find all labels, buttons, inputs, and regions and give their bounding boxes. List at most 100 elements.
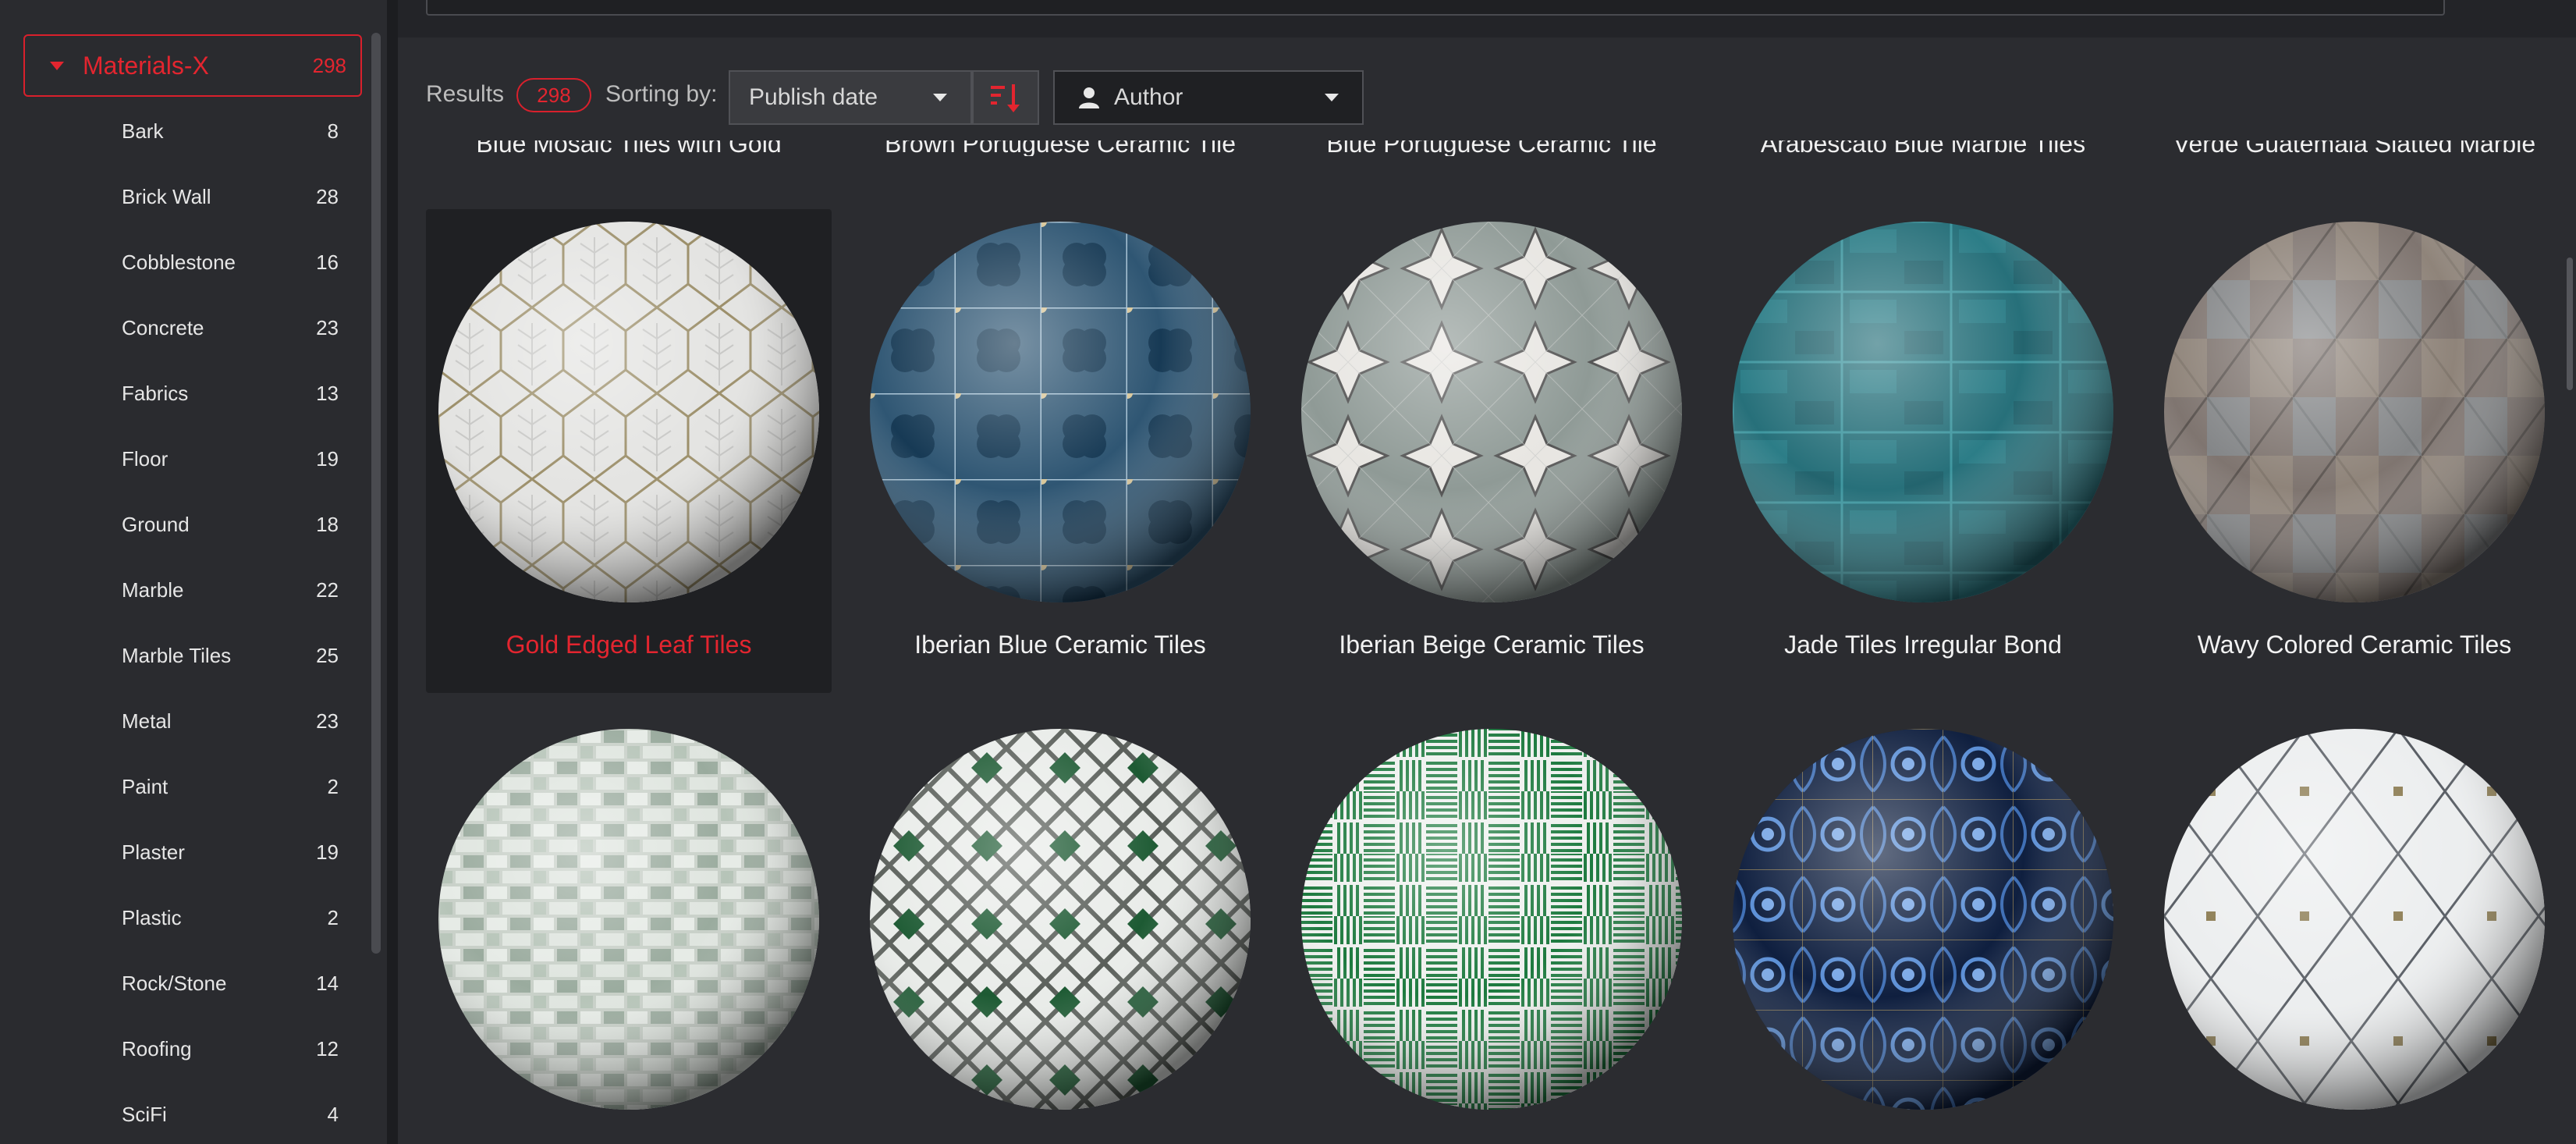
search-input[interactable]: [426, 0, 2445, 16]
sidebar-category-item[interactable]: Marble 22: [122, 567, 339, 613]
category-label: Paint: [122, 774, 169, 798]
green-mosaic-sphere: [438, 729, 819, 1110]
category-sidebar: Materials-X 298 Bark 8 Brick Wall 28 Cobbles…: [0, 0, 387, 1144]
sorting-label: Sorting by:: [605, 81, 718, 107]
sidebar-category-item[interactable]: Roofing 12: [122, 1025, 339, 1072]
sidebar-category-item[interactable]: SciFi 4: [122, 1091, 339, 1138]
sidebar-category-item[interactable]: Bark 8: [122, 108, 339, 155]
person-icon: [1079, 87, 1099, 108]
category-count: 2: [327, 905, 339, 929]
category-count: 18: [316, 512, 339, 536]
category-label: Metal: [122, 709, 172, 733]
category-label: Floor: [122, 446, 169, 471]
green-herringbone-sphere: [1301, 729, 1682, 1110]
material-card[interactable]: [1720, 716, 2126, 1144]
sidebar-category-item[interactable]: Paint 2: [122, 763, 339, 810]
material-thumbnail: [438, 729, 819, 1110]
sidebar-category-item[interactable]: Ground 18: [122, 501, 339, 548]
material-card[interactable]: [2152, 716, 2557, 1144]
category-count: 14: [316, 971, 339, 995]
results-label: Results: [426, 81, 505, 107]
sidebar-category-item[interactable]: Metal 23: [122, 698, 339, 744]
material-thumbnail: [2164, 222, 2545, 602]
material-card-title: Gold Edged Leaf Tiles: [506, 631, 752, 659]
category-root-label: Materials-X: [83, 51, 209, 80]
green-diamond-sphere: [870, 729, 1251, 1110]
sidebar-category-item[interactable]: Plaster 19: [122, 829, 339, 876]
sidebar-category-item[interactable]: Plastic 2: [122, 894, 339, 941]
material-thumbnail: [2164, 729, 2545, 1110]
category-count: 13: [316, 381, 339, 405]
material-card[interactable]: [1289, 716, 1694, 1144]
material-thumbnail: [870, 222, 1251, 602]
category-label: Ground: [122, 512, 190, 536]
material-thumbnail: [1733, 729, 2113, 1110]
category-root-count: 298: [312, 53, 346, 77]
category-label: SciFi: [122, 1102, 167, 1126]
category-count: 23: [316, 709, 339, 733]
category-label: Roofing: [122, 1036, 192, 1061]
category-count: 28: [316, 184, 339, 208]
sidebar-category-item[interactable]: Rock/Stone 14: [122, 960, 339, 1007]
material-card-title: Iberian Beige Ceramic Tiles: [1339, 631, 1645, 659]
category-count: 25: [316, 643, 339, 667]
category-count: 4: [327, 1102, 339, 1126]
material-card-title: Wavy Colored Ceramic Tiles: [2197, 631, 2512, 659]
category-count: 12: [316, 1036, 339, 1061]
material-card[interactable]: [857, 716, 1263, 1144]
category-count: 23: [316, 315, 339, 339]
category-label: Plaster: [122, 840, 185, 864]
material-card[interactable]: Gold Edged Leaf Tiles: [426, 209, 832, 693]
blue-quatrefoil-sphere: [870, 222, 1251, 602]
category-count: 19: [316, 446, 339, 471]
material-card[interactable]: Iberian Blue Ceramic Tiles: [857, 209, 1263, 693]
leaf-tiles-sphere: [438, 222, 819, 602]
author-dropdown[interactable]: Author: [1053, 70, 1364, 125]
category-label: Cobblestone: [122, 250, 236, 274]
blue-floral-sphere: [1733, 729, 2113, 1110]
material-card[interactable]: Jade Tiles Irregular Bond: [1720, 209, 2126, 693]
category-count: 8: [327, 119, 339, 143]
material-thumbnail: [1301, 729, 1682, 1110]
category-count: 19: [316, 840, 339, 864]
category-count: 16: [316, 250, 339, 274]
category-label: Marble: [122, 577, 184, 602]
panel-divider[interactable]: [387, 0, 398, 1144]
results-count-badge: 298: [516, 78, 591, 112]
category-count: 22: [316, 577, 339, 602]
material-card[interactable]: [426, 716, 832, 1144]
category-label: Concrete: [122, 315, 204, 339]
chevron-down-icon: [933, 94, 947, 101]
sidebar-scrollbar[interactable]: [371, 33, 381, 954]
sort-by-value: Publish date: [749, 84, 878, 110]
material-thumbnail: [1301, 222, 1682, 602]
sidebar-category-item[interactable]: Floor 19: [122, 435, 339, 482]
category-label: Fabrics: [122, 381, 189, 405]
author-value: Author: [1114, 84, 1183, 110]
sidebar-category-item[interactable]: Fabrics 13: [122, 370, 339, 417]
beige-cross-sphere: [1301, 222, 1682, 602]
sidebar-category-item[interactable]: Cobblestone 16: [122, 239, 339, 286]
category-label: Plastic: [122, 905, 182, 929]
material-card[interactable]: Iberian Beige Ceramic Tiles: [1289, 209, 1694, 693]
chevron-down-icon: [1325, 94, 1339, 101]
content-scrollbar[interactable]: [2567, 258, 2573, 390]
white-diamond-sphere: [2164, 729, 2545, 1110]
sidebar-category-item[interactable]: Marble Tiles 25: [122, 632, 339, 679]
category-count: 2: [327, 774, 339, 798]
material-thumbnail: [870, 729, 1251, 1110]
material-thumbnail: [438, 222, 819, 602]
sidebar-category-item[interactable]: Brick Wall 28: [122, 173, 339, 220]
category-label: Bark: [122, 119, 164, 143]
category-label: Marble Tiles: [122, 643, 232, 667]
material-thumbnail: [1733, 222, 2113, 602]
sort-direction-button[interactable]: [972, 70, 1039, 125]
category-root-materials-x[interactable]: Materials-X 298: [23, 34, 362, 97]
caret-down-icon[interactable]: [50, 61, 64, 70]
row0-clip: [398, 125, 2576, 140]
category-label: Rock/Stone: [122, 971, 227, 995]
material-card[interactable]: Wavy Colored Ceramic Tiles: [2152, 209, 2557, 693]
sidebar-category-item[interactable]: Concrete 23: [122, 304, 339, 351]
material-card-title: Iberian Blue Ceramic Tiles: [914, 631, 1206, 659]
sort-by-dropdown[interactable]: Publish date: [729, 70, 972, 125]
